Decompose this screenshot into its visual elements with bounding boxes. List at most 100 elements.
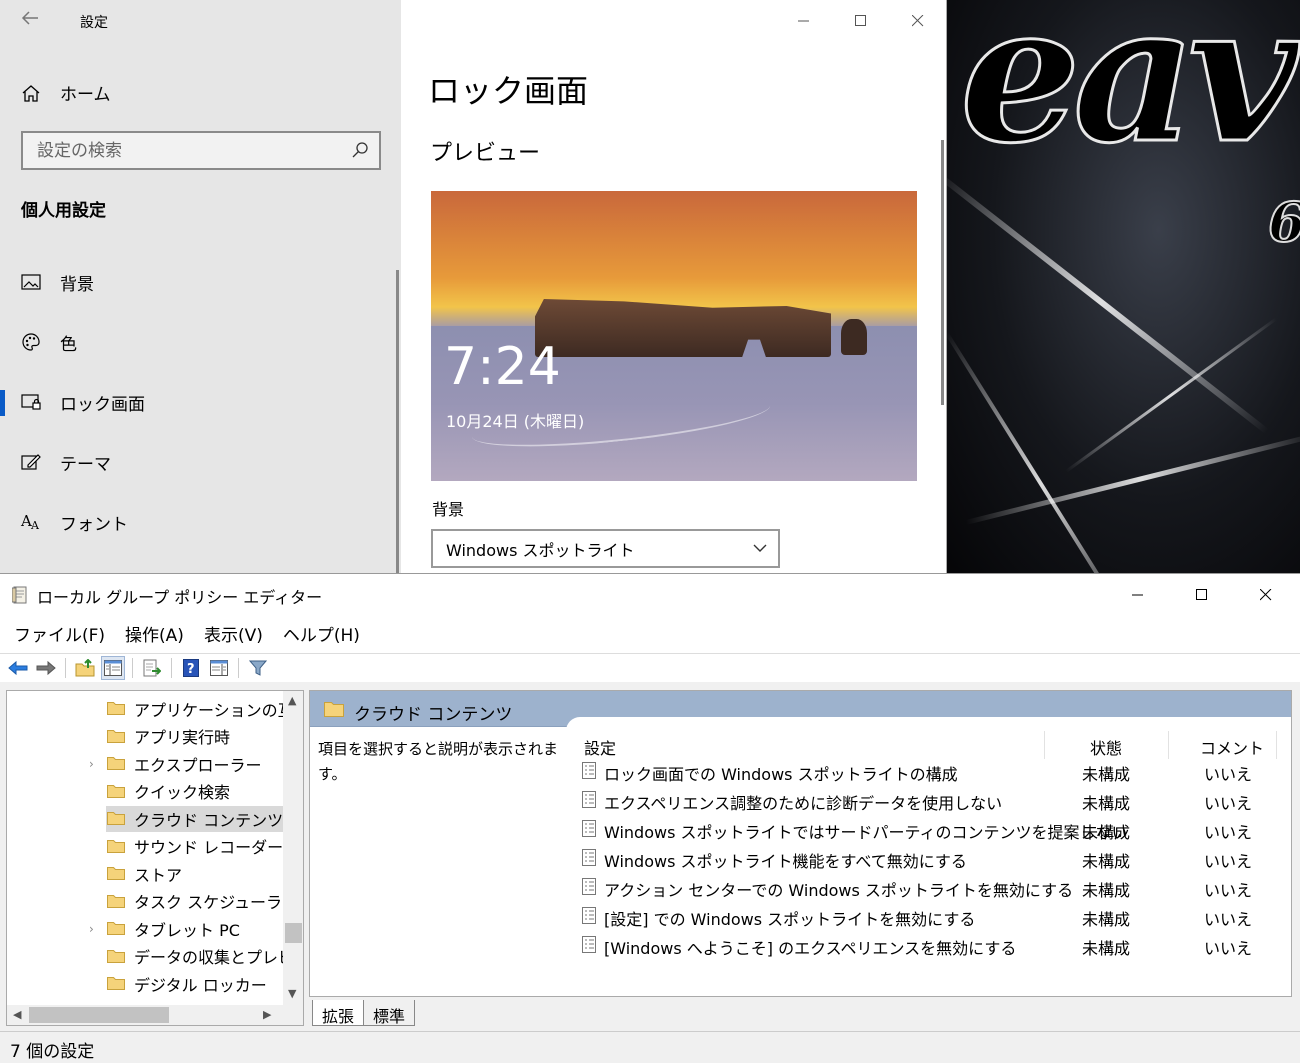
column-divider[interactable] <box>1168 731 1169 759</box>
scroll-thumb[interactable] <box>29 1007 169 1023</box>
tree-item-label: クラウド コンテンツ <box>106 805 288 832</box>
policy-row[interactable]: Windows スポットライト機能をすべて無効にする 未構成 いいえ <box>566 844 1291 873</box>
folder-up-icon <box>75 658 95 676</box>
close-button[interactable] <box>1234 574 1298 616</box>
tree-item[interactable]: デジタル ロッカー <box>7 970 282 998</box>
tree-item-label: ストア <box>134 865 183 885</box>
policy-comment: いいえ <box>1204 910 1253 929</box>
tree-item[interactable]: アプリ実行時 <box>7 723 282 751</box>
background-dropdown[interactable]: Windows スポットライト <box>431 529 780 568</box>
nav-item-themes[interactable]: テーマ <box>0 432 401 492</box>
menu-help[interactable]: ヘルプ(H) <box>283 618 360 648</box>
tab-standard[interactable]: 標準 <box>363 1000 416 1026</box>
show-hide-tree-button[interactable] <box>101 655 125 680</box>
details-pane: クラウド コンテンツ 項目を選択すると説明が表示されます。 設定 状態 コメント… <box>309 690 1292 997</box>
policy-row[interactable]: Windows スポットライトではサードパーティのコンテンツを提案しない 未構成… <box>566 815 1291 844</box>
status-text: 7 個の設定 <box>10 1042 95 1062</box>
up-level-button[interactable] <box>73 656 97 680</box>
policy-row[interactable]: ロック画面での Windows スポットライトの構成 未構成 いいえ <box>566 757 1291 786</box>
forward-arrow-icon <box>36 660 56 675</box>
menu-action[interactable]: 操作(A) <box>125 618 184 648</box>
nav-item-lock-screen[interactable]: ロック画面 <box>0 372 401 432</box>
palette-icon <box>20 331 42 353</box>
menu-view[interactable]: 表示(V) <box>204 618 263 648</box>
policy-name: [設定] での Windows スポットライトを無効にする <box>604 910 976 929</box>
maximize-icon <box>854 15 866 26</box>
policy-document-icon <box>12 586 27 604</box>
tree-item-label: デジタル ロッカー <box>134 975 267 995</box>
tree-item[interactable]: サウンド レコーダー <box>7 833 283 861</box>
search-icon[interactable] <box>351 141 371 161</box>
show-action-pane-button[interactable] <box>207 656 231 680</box>
policy-setting-icon <box>582 878 596 895</box>
tab-extended[interactable]: 拡張 <box>312 1000 365 1026</box>
background-dropdown-value: Windows スポットライト <box>446 540 635 560</box>
scroll-up-icon[interactable]: ▲ <box>288 694 296 707</box>
toolbar-separator <box>238 657 239 678</box>
gpe-titlebar: ローカル グループ ポリシー エディター <box>0 574 1300 614</box>
background-label: 背景 <box>432 500 465 519</box>
policy-setting-icon <box>582 820 596 837</box>
tree-item[interactable]: ストア <box>7 860 282 888</box>
tree-item[interactable]: クイック検索 <box>7 778 282 806</box>
picture-icon <box>20 271 42 293</box>
help-button[interactable]: ? <box>179 656 203 680</box>
back-button[interactable] <box>6 656 30 680</box>
policy-row[interactable]: アクション センターでの Windows スポットライトを無効にする 未構成 い… <box>566 873 1291 902</box>
policy-comment: いいえ <box>1204 794 1253 813</box>
preview-rock <box>535 299 831 357</box>
settings-search[interactable] <box>21 131 381 170</box>
policy-row[interactable]: [設定] での Windows スポットライトを無効にする 未構成 いいえ <box>566 902 1291 931</box>
expand-chevron-icon[interactable]: › <box>89 757 103 771</box>
gpe-window-title: ローカル グループ ポリシー エディター <box>37 588 323 607</box>
close-button[interactable] <box>889 0 946 42</box>
maximize-button[interactable] <box>1170 574 1234 616</box>
main-scrollbar[interactable] <box>941 140 944 405</box>
nav-item-fonts[interactable]: AA フォント <box>0 492 401 552</box>
tree-item-selected[interactable]: クラウド コンテンツ <box>7 805 288 833</box>
column-divider[interactable] <box>1276 731 1277 759</box>
wallpaper-logo-number: 6 <box>1267 189 1300 255</box>
tree-item[interactable]: › エクスプローラー <box>7 750 282 778</box>
scroll-thumb[interactable] <box>285 923 302 943</box>
filter-icon <box>249 660 267 676</box>
home-nav-item[interactable]: ホーム <box>20 80 111 105</box>
policy-row[interactable]: エクスペリエンス調整のために診断データを使用しない 未構成 いいえ <box>566 786 1291 815</box>
nav-item-background[interactable]: 背景 <box>0 252 401 312</box>
settings-search-input[interactable] <box>23 133 333 168</box>
tree-rows: アプリケーションの互換 アプリ実行時 › エクスプローラー クイック検索 クラウ… <box>7 695 303 998</box>
section-title: 個人用設定 <box>21 201 106 221</box>
tree-item[interactable]: アプリケーションの互換 <box>7 695 303 723</box>
toolbar-separator <box>171 657 172 678</box>
close-icon <box>911 15 923 27</box>
tree-item-label: アプリケーションの互換 <box>134 700 304 720</box>
scroll-left-icon[interactable]: ◀ <box>13 1008 21 1021</box>
scroll-down-icon[interactable]: ▼ <box>288 987 296 1000</box>
minimize-button[interactable] <box>1106 574 1170 616</box>
svg-text:A: A <box>30 519 40 532</box>
export-list-button[interactable] <box>140 656 164 680</box>
sidebar-scrollbar[interactable] <box>396 270 399 575</box>
maximize-button[interactable] <box>832 0 889 42</box>
policy-row[interactable]: [Windows へようこそ] のエクスペリエンスを無効にする 未構成 いいえ <box>566 931 1291 960</box>
chevron-down-icon <box>753 544 767 552</box>
tree-vertical-scrollbar[interactable]: ▲ ▼ <box>283 691 303 1007</box>
forward-button[interactable] <box>34 656 58 680</box>
expand-chevron-icon[interactable]: › <box>89 922 103 936</box>
tree-item[interactable]: データの収集とプレビュ <box>7 943 303 971</box>
nav-item-colors[interactable]: 色 <box>0 312 401 372</box>
policy-state: 未構成 <box>1082 794 1131 813</box>
scroll-right-icon[interactable]: ▶ <box>263 1008 271 1021</box>
menu-file[interactable]: ファイル(F) <box>14 618 105 648</box>
back-button[interactable] <box>20 8 44 32</box>
filter-button[interactable] <box>246 656 270 680</box>
tree-item[interactable]: タスク スケジューラ <box>7 888 282 916</box>
tree-horizontal-scrollbar[interactable]: ◀ ▶ <box>7 1005 303 1025</box>
minimize-button[interactable] <box>775 0 832 42</box>
tree-item[interactable]: › タブレット PC <box>7 915 282 943</box>
gpe-workarea: アプリケーションの互換 アプリ実行時 › エクスプローラー クイック検索 クラウ… <box>0 682 1300 1031</box>
nav-item-label: 背景 <box>60 274 94 295</box>
policy-setting-icon <box>582 762 596 779</box>
menu-bar: ファイル(F) 操作(A) 表示(V) ヘルプ(H) <box>0 618 360 648</box>
column-divider[interactable] <box>1044 731 1045 759</box>
